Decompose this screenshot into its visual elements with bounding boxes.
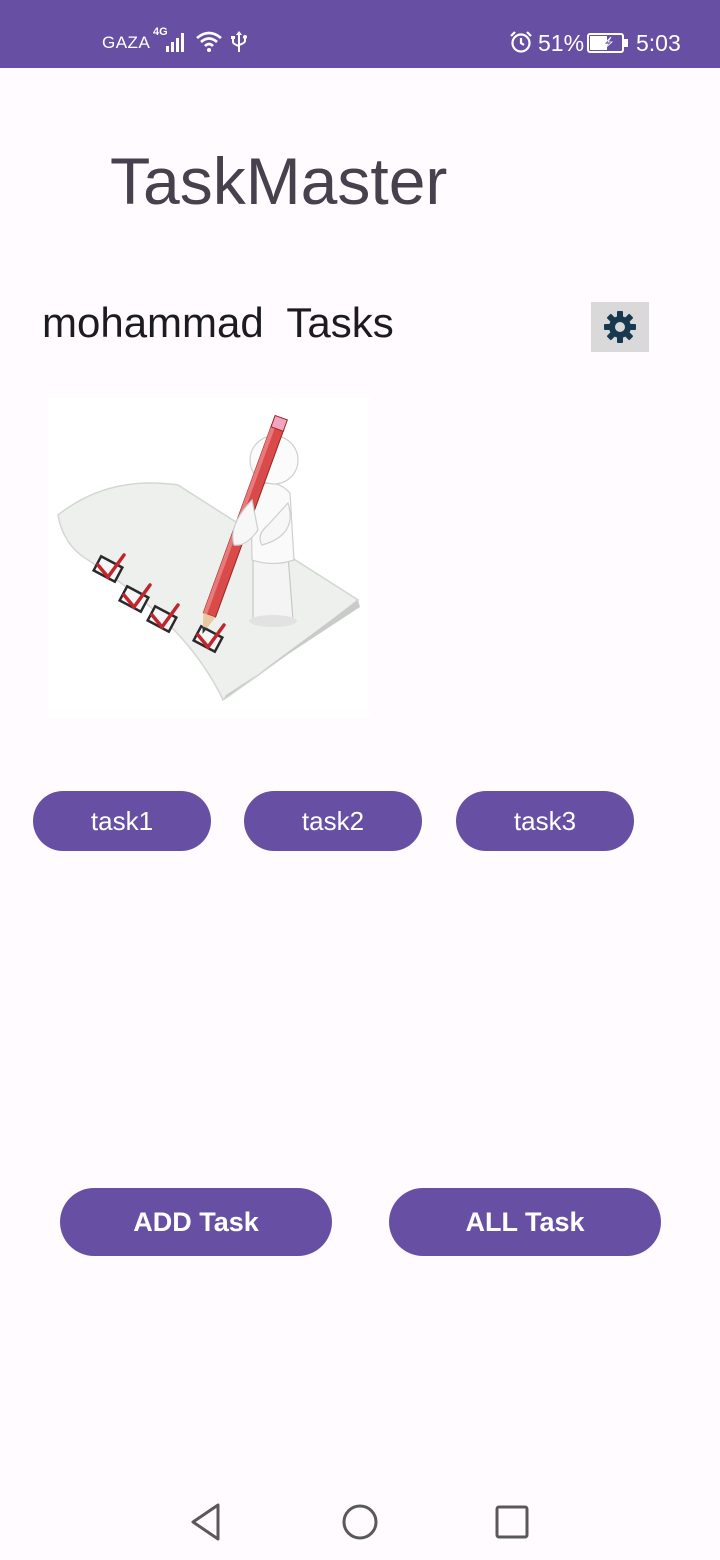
task-button-label: task3 bbox=[513, 805, 577, 836]
recents-square-icon bbox=[495, 1505, 529, 1539]
wifi-icon bbox=[196, 31, 222, 52]
nav-home-button[interactable] bbox=[330, 1494, 390, 1550]
alarm-icon bbox=[510, 31, 532, 53]
back-triangle-icon bbox=[191, 1503, 220, 1541]
task-button-label: task1 bbox=[90, 805, 154, 836]
status-bar: GAZA 4G 51% 5:03 bbox=[0, 0, 720, 68]
app-title: TaskMaster bbox=[110, 144, 448, 218]
nav-recents-button[interactable] bbox=[482, 1494, 542, 1550]
clock-label: 5:03 bbox=[636, 30, 681, 56]
usb-icon bbox=[231, 31, 247, 52]
gear-icon bbox=[604, 311, 636, 343]
all-tasks-button[interactable]: ALL Task bbox=[389, 1188, 661, 1256]
nav-back-button[interactable] bbox=[176, 1494, 236, 1550]
battery-percent-label: 51% bbox=[538, 30, 585, 56]
task-checklist-illustration bbox=[48, 395, 370, 717]
task-button-label: task2 bbox=[301, 805, 365, 836]
home-circle-icon bbox=[342, 1504, 378, 1540]
carrier-label: GAZA bbox=[102, 33, 151, 52]
add-task-button[interactable]: ADD Task bbox=[60, 1188, 332, 1256]
all-tasks-label: ALL Task bbox=[465, 1206, 585, 1237]
task-button-1[interactable]: task1 bbox=[33, 791, 211, 851]
user-tasks-heading: mohammad Tasks bbox=[42, 299, 394, 346]
task-button-2[interactable]: task2 bbox=[244, 791, 422, 851]
battery-charging-icon bbox=[587, 33, 628, 53]
task-button-3[interactable]: task3 bbox=[456, 791, 634, 851]
settings-button[interactable] bbox=[591, 302, 649, 352]
add-task-label: ADD Task bbox=[133, 1206, 259, 1237]
signal-icon bbox=[166, 33, 184, 52]
